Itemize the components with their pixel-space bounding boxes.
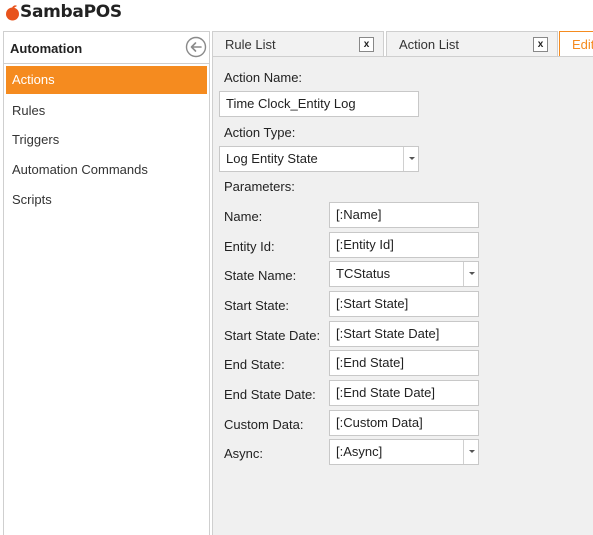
tab-label: Edit: [572, 37, 593, 52]
param-label-start-state: Start State:: [224, 298, 290, 313]
action-type-select[interactable]: Log Entity State: [219, 146, 419, 172]
action-editor-panel: Action Name: Time Clock_Entity Log Actio…: [212, 56, 593, 535]
param-label-custom-data: Custom Data:: [224, 417, 304, 432]
async-value: [:Async]: [336, 444, 383, 459]
sidebar-item-rules[interactable]: Rules: [6, 97, 207, 125]
sambapos-logo-icon: [6, 5, 19, 21]
back-arrow-icon[interactable]: [185, 36, 207, 58]
param-label-name: Name:: [224, 209, 263, 224]
sidebar-item-automation-commands[interactable]: Automation Commands: [6, 156, 207, 184]
param-label-end-state-date: End State Date:: [224, 387, 316, 402]
param-label-entity-id: Entity Id:: [224, 239, 275, 254]
sidebar-title: Automation: [10, 41, 83, 56]
sidebar-item-scripts[interactable]: Scripts: [6, 186, 207, 214]
sidebar-item-triggers[interactable]: Triggers: [6, 126, 207, 154]
close-icon[interactable]: x: [359, 37, 374, 52]
param-input-custom-data[interactable]: [:Custom Data]: [329, 410, 479, 436]
action-name-input[interactable]: Time Clock_Entity Log: [219, 91, 419, 117]
tab-label: Rule List: [225, 37, 276, 52]
param-input-end-state[interactable]: [:End State]: [329, 350, 479, 376]
close-icon[interactable]: x: [533, 37, 548, 52]
sidebar-header: Automation: [4, 32, 209, 64]
tab-rule-list[interactable]: Rule List x: [212, 31, 384, 56]
param-select-async[interactable]: [:Async]: [329, 439, 479, 465]
param-label-end-state: End State:: [224, 357, 285, 372]
param-select-state-name[interactable]: TCStatus: [329, 261, 479, 287]
sidebar-item-actions[interactable]: Actions: [6, 66, 207, 94]
param-input-start-state-date[interactable]: [:Start State Date]: [329, 321, 479, 347]
sidebar: Automation Actions Rules Triggers Automa…: [3, 31, 210, 535]
param-input-entity-id[interactable]: [:Entity Id]: [329, 232, 479, 258]
action-type-value: Log Entity State: [226, 151, 318, 166]
app-logo: SambaPOS: [0, 0, 593, 30]
logo-text: SambaPOS: [20, 2, 122, 22]
tab-label: Action List: [399, 37, 459, 52]
param-label-async: Async:: [224, 446, 264, 461]
chevron-down-icon[interactable]: [463, 440, 478, 464]
action-name-label: Action Name:: [224, 70, 303, 85]
param-input-end-state-date[interactable]: [:End State Date]: [329, 380, 479, 406]
param-label-start-state-date: Start State Date:: [224, 328, 321, 343]
tab-edit[interactable]: Edit: [559, 31, 593, 56]
param-label-state-name: State Name:: [224, 268, 297, 283]
tab-action-list[interactable]: Action List x: [386, 31, 558, 56]
state-name-value: TCStatus: [336, 266, 391, 281]
action-type-label: Action Type:: [224, 125, 296, 140]
tab-strip: Rule List x Action List x Edit: [212, 30, 593, 56]
param-input-start-state[interactable]: [:Start State]: [329, 291, 479, 317]
chevron-down-icon[interactable]: [403, 147, 418, 171]
param-input-name[interactable]: [:Name]: [329, 202, 479, 228]
chevron-down-icon[interactable]: [463, 262, 478, 286]
parameters-label: Parameters:: [224, 179, 295, 194]
